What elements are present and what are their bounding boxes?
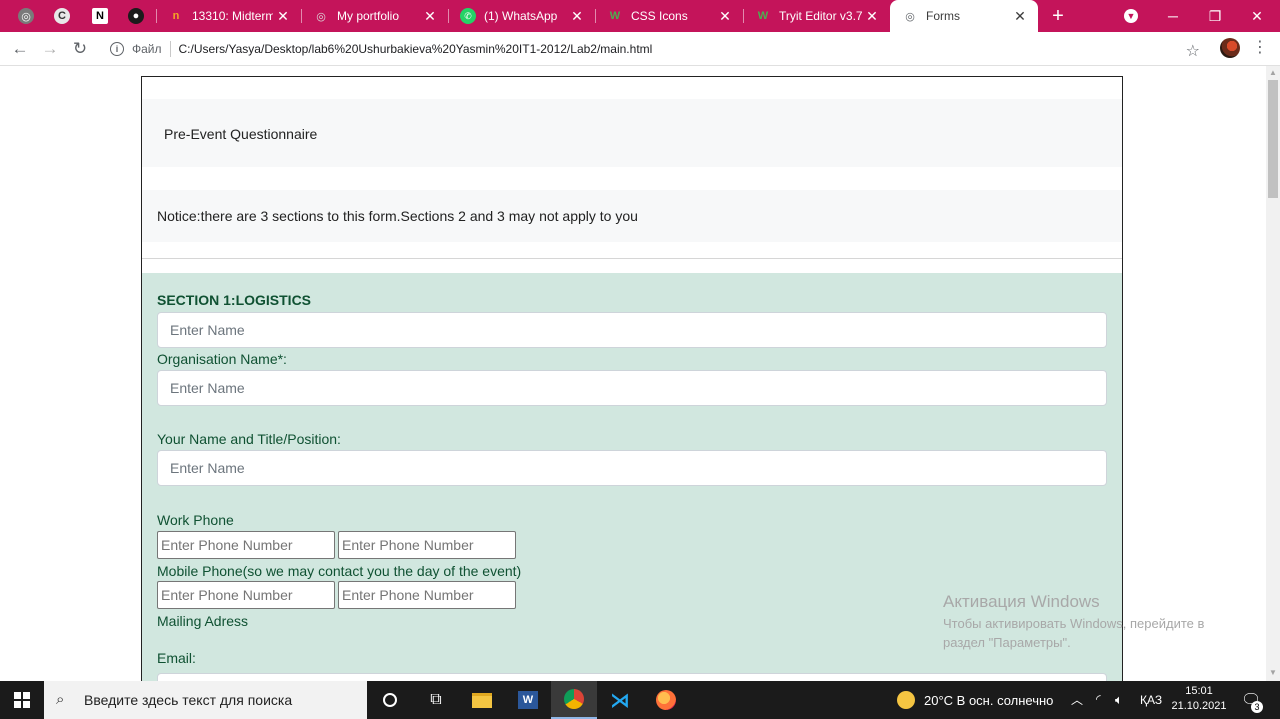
windows-logo-icon: [14, 692, 30, 708]
tab-tryit[interactable]: W Tryit Editor v3.7 ✕: [743, 0, 890, 32]
maximize-button[interactable]: ❐: [1194, 0, 1236, 32]
globe-icon: ◎: [316, 10, 326, 23]
header-card: Pre-Event Questionnaire: [142, 99, 1122, 167]
scroll-thumb[interactable]: [1268, 80, 1278, 198]
back-button[interactable]: ←: [8, 37, 32, 61]
vertical-scrollbar[interactable]: ▲ ▼: [1266, 66, 1280, 681]
close-icon[interactable]: ✕: [715, 8, 735, 25]
notion-icon: N: [92, 8, 108, 24]
work-phone-input-2[interactable]: [338, 531, 516, 559]
address-bar[interactable]: i Файл C:/Users/Yasya/Desktop/lab6%20Ush…: [102, 35, 1208, 63]
globe-icon: ◎: [905, 10, 915, 23]
bookmark-star-icon[interactable]: ☆: [1186, 41, 1200, 61]
info-icon[interactable]: i: [110, 42, 124, 56]
word-button[interactable]: W: [505, 681, 551, 719]
tab-whatsapp[interactable]: ✆ (1) WhatsApp ✕: [448, 0, 595, 32]
tab-strip: ◎ C N ● n 13310: Midterm 1 ✕ ◎ My portfo…: [0, 0, 1280, 32]
taskbar-clock[interactable]: 15:01 21.10.2021: [1168, 684, 1230, 714]
email-input[interactable]: [157, 673, 1107, 681]
network-icon[interactable]: ◜: [1096, 692, 1101, 706]
folder-icon: [472, 692, 492, 708]
close-icon[interactable]: ✕: [420, 8, 440, 25]
url-text[interactable]: C:/Users/Yasya/Desktop/lab6%20Ushurbakie…: [179, 42, 653, 56]
windows-activation-text: Чтобы активировать Windows, перейдите в …: [943, 616, 1205, 650]
mobile-phone-input-1[interactable]: [157, 581, 335, 609]
forward-button[interactable]: →: [38, 37, 62, 61]
browser-toolbar: ← → ↻ i Файл C:/Users/Yasya/Desktop/lab6…: [0, 32, 1280, 66]
pinned-tab-2[interactable]: C: [44, 0, 80, 32]
weather-text[interactable]: 20°C В осн. солнечно: [924, 693, 1053, 708]
chrome-icon: [564, 689, 584, 709]
minimize-button[interactable]: ─: [1152, 0, 1194, 32]
scheme-label: Файл: [132, 42, 162, 56]
start-button[interactable]: [0, 681, 44, 719]
file-explorer-button[interactable]: [459, 681, 505, 719]
work-phone-input-1[interactable]: [157, 531, 335, 559]
vscode-icon: ⋊: [610, 689, 630, 712]
scroll-up-icon[interactable]: ▲: [1269, 69, 1277, 77]
notification-count-badge: 3: [1251, 701, 1263, 713]
pinned-tab-1[interactable]: ◎: [8, 0, 44, 32]
scroll-down-icon[interactable]: ▼: [1269, 669, 1277, 677]
profile-avatar[interactable]: [1220, 38, 1240, 58]
new-tab-button[interactable]: +: [1046, 0, 1070, 32]
weather-icon[interactable]: [897, 691, 915, 709]
windows-taskbar: ⌕ Введите здесь текст для поиска ⧉ W ⋊ 2…: [0, 681, 1280, 719]
name-input[interactable]: [157, 312, 1107, 348]
tab-css-icons[interactable]: W CSS Icons ✕: [595, 0, 743, 32]
volume-icon[interactable]: 🔈︎: [1115, 692, 1123, 708]
firefox-button[interactable]: [643, 681, 689, 719]
search-icon: ⌕: [56, 691, 65, 708]
c-icon: C: [54, 8, 70, 24]
task-view-icon: ⧉: [430, 691, 442, 708]
language-indicator[interactable]: ҚАЗ: [1140, 693, 1162, 707]
org-name-input[interactable]: [157, 370, 1107, 406]
tab-forms[interactable]: ◎ Forms ✕: [890, 0, 1038, 32]
notice-text: Notice:there are 3 sections to this form…: [157, 208, 638, 224]
tab-midterm[interactable]: n 13310: Midterm 1 ✕: [156, 0, 301, 32]
globe-icon: ◎: [18, 8, 34, 24]
whatsapp-icon: ✆: [460, 8, 476, 24]
taskbar-search[interactable]: ⌕ Введите здесь текст для поиска: [44, 681, 367, 719]
page-title: Pre-Event Questionnaire: [164, 126, 318, 142]
github-icon: ●: [128, 8, 144, 24]
divider: [142, 258, 1122, 259]
reload-button[interactable]: ↻: [68, 37, 92, 61]
mobile-phone-input-2[interactable]: [338, 581, 516, 609]
mobile-phone-label: Mobile Phone(so we may contact you the d…: [157, 563, 522, 579]
cortana-icon: [383, 693, 397, 707]
section-title: SECTION 1:LOGISTICS: [157, 292, 312, 308]
chrome-button[interactable]: [551, 681, 597, 719]
close-icon[interactable]: ✕: [273, 8, 293, 25]
close-icon[interactable]: ✕: [862, 8, 882, 25]
word-icon: W: [518, 691, 538, 709]
w3-icon: W: [757, 10, 769, 22]
your-name-input[interactable]: [157, 450, 1107, 486]
form-container: Pre-Event Questionnaire Notice:there are…: [141, 76, 1123, 681]
notice-card: Notice:there are 3 sections to this form…: [142, 190, 1122, 242]
window-close-button[interactable]: ✕: [1236, 0, 1278, 32]
org-name-label: Organisation Name*:: [157, 351, 287, 367]
work-phone-label: Work Phone: [157, 512, 234, 528]
your-name-label: Your Name and Title/Position:: [157, 431, 341, 447]
pinned-tab-github[interactable]: ●: [118, 0, 154, 32]
pinned-tab-notion[interactable]: N: [82, 0, 118, 32]
tab-search-button[interactable]: ▼: [1110, 0, 1152, 32]
w3-icon: W: [609, 10, 621, 22]
chevron-down-icon: ▼: [1124, 9, 1138, 23]
vscode-button[interactable]: ⋊: [597, 681, 643, 719]
close-icon[interactable]: ✕: [567, 8, 587, 25]
n-icon: n: [172, 10, 180, 22]
mailing-address-label: Mailing Adress: [157, 613, 249, 629]
windows-activation-title: Активация Windows: [943, 592, 1100, 611]
email-label: Email:: [157, 650, 196, 666]
task-view-button[interactable]: ⧉: [413, 681, 459, 719]
firefox-icon: [656, 690, 676, 710]
menu-kebab-icon[interactable]: ⋮: [1252, 37, 1268, 61]
chevron-up-icon[interactable]: ︿: [1071, 691, 1083, 708]
tab-portfolio[interactable]: ◎ My portfolio ✕: [301, 0, 448, 32]
page-viewport: Pre-Event Questionnaire Notice:there are…: [0, 66, 1266, 681]
close-icon[interactable]: ✕: [1010, 8, 1030, 25]
cortana-button[interactable]: [367, 681, 413, 719]
